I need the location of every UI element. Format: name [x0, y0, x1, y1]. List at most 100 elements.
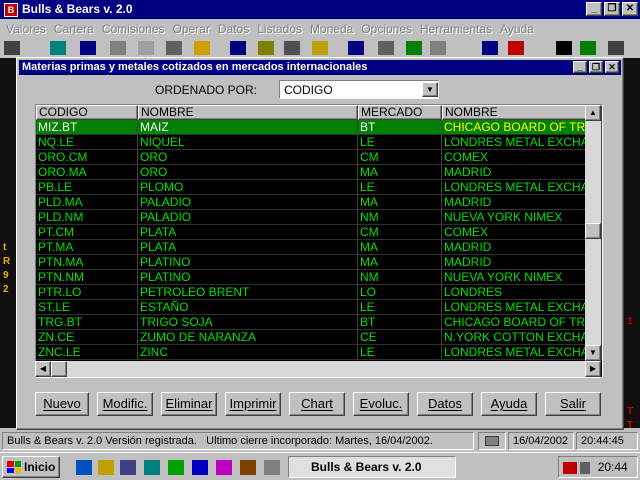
dialog-title-bar[interactable]: Materias primas y metales cotizados en m… — [19, 60, 621, 75]
quicklaunch-app-icon[interactable] — [144, 460, 160, 475]
menu-moneda[interactable]: Moneda — [306, 22, 357, 36]
grid-icon[interactable] — [482, 41, 498, 55]
internet-explorer-icon[interactable] — [76, 460, 92, 475]
list-icon[interactable] — [110, 41, 126, 55]
order-by-select[interactable]: CODIGO ▼ — [279, 80, 439, 99]
tray-app-icon[interactable] — [563, 461, 577, 474]
dollar-icon[interactable] — [580, 41, 596, 55]
modificar-button[interactable]: Modific. — [97, 392, 153, 416]
quicklaunch-app-icon[interactable] — [168, 460, 184, 475]
vertical-scrollbar[interactable]: ▲ ▼ — [585, 105, 601, 361]
salir-button[interactable]: Salir — [545, 392, 601, 416]
chevron-down-icon[interactable]: ▼ — [422, 82, 438, 97]
table-row[interactable]: PT.MA PLATA MA MADRID — [36, 240, 602, 255]
task-label: Bulls & Bears v. 2.0 — [311, 460, 422, 474]
status-bar: Bulls & Bears v. 2.0 Versión registrada.… — [0, 430, 640, 452]
quicklaunch-app-icon[interactable] — [192, 460, 208, 475]
column-header-mercado[interactable]: MERCADO — [358, 105, 442, 120]
dialog-minimize-button[interactable]: _ — [573, 61, 587, 73]
nuevo-button[interactable]: Nuevo — [35, 392, 89, 416]
horizontal-scrollbar[interactable]: ◀ ▶ — [35, 361, 601, 377]
table-row[interactable]: ZNC.LE ZINC LE LONDRES METAL EXCHA — [36, 345, 602, 360]
edit-icon[interactable] — [166, 41, 182, 55]
chart-icon[interactable] — [258, 41, 274, 55]
printer-icon[interactable] — [478, 432, 506, 450]
column-header-codigo[interactable]: CODIGO — [36, 105, 138, 120]
app-title-bar[interactable]: B Bulls & Bears v. 2.0 _ ❐ ✕ — [0, 0, 640, 19]
menu-datos[interactable]: Datos — [214, 22, 253, 36]
dialog-close-button[interactable]: ✕ — [605, 61, 619, 73]
table-row[interactable]: PTN.MA PLATINO MA MADRID — [36, 255, 602, 270]
channels-icon[interactable] — [120, 460, 136, 475]
calculator-icon[interactable] — [230, 41, 246, 55]
chart-button[interactable]: Chart — [289, 392, 345, 416]
scroll-left-icon[interactable]: ◀ — [35, 361, 51, 377]
dialog-restore-button[interactable]: ❐ — [589, 61, 603, 73]
quicklaunch-app-icon[interactable] — [240, 460, 256, 475]
table-row[interactable]: ORO.MA ORO MA MADRID — [36, 165, 602, 180]
menu-opciones[interactable]: Opciones — [357, 22, 416, 36]
table-row[interactable]: PTN.NM PLATINO NM NUEVA YORK NIMEX — [36, 270, 602, 285]
quicklaunch-app-icon[interactable] — [264, 460, 280, 475]
scroll-up-icon[interactable]: ▲ — [585, 105, 601, 121]
money-icon[interactable] — [406, 41, 422, 55]
minimize-button[interactable]: _ — [586, 2, 602, 16]
help-icon[interactable] — [608, 41, 624, 55]
quicklaunch-app-icon[interactable] — [216, 460, 232, 475]
window-icon[interactable] — [80, 41, 96, 55]
menu-ayuda[interactable]: Ayuda — [496, 22, 538, 36]
row-mercado-cell: BT — [358, 315, 442, 330]
table-row[interactable]: PT.CM PLATA CM COMEX — [36, 225, 602, 240]
menu-listados[interactable]: Listados — [253, 22, 306, 36]
table-row[interactable]: TRG.BT TRIGO SOJA BT CHICAGO BOARD OF TR — [36, 315, 602, 330]
table-row[interactable]: PLD.MA PALADIO MA MADRID — [36, 195, 602, 210]
column-header-nombre-mercado[interactable]: NOMBRE — [442, 105, 602, 120]
taskbar-app-button[interactable]: Bulls & Bears v. 2.0 — [288, 456, 456, 478]
vertical-scroll-thumb[interactable] — [585, 223, 601, 239]
row-nombre-cell: PLATA — [138, 225, 358, 240]
commodities-grid[interactable]: CODIGO NOMBRE MERCADO NOMBRE MIZ.BT MAIZ B… — [35, 104, 603, 378]
table-row[interactable]: ORO.CM ORO CM COMEX — [36, 150, 602, 165]
menu-comisiones[interactable]: Comisiones — [98, 22, 169, 36]
portfolio-icon[interactable] — [50, 41, 66, 55]
table-row[interactable]: PLD.NM PALADIO NM NUEVA YORK NIMEX — [36, 210, 602, 225]
menu-valores[interactable]: Valores — [2, 22, 50, 36]
row-mercado-cell: MA — [358, 255, 442, 270]
document-icon[interactable] — [138, 41, 154, 55]
start-button[interactable]: Inicio — [2, 456, 60, 478]
font-icon[interactable] — [348, 41, 364, 55]
table-row[interactable]: MIZ.BT MAIZ BT CHICAGO BOARD OF TR — [36, 120, 602, 135]
close-button[interactable]: ✕ — [622, 2, 638, 16]
table-row[interactable]: ZN.CE ZUMO DE NARANZA CE N.YORK COTTON EXCH… — [36, 330, 602, 345]
eliminar-button[interactable]: Eliminar — [161, 392, 217, 416]
row-codigo-cell: PT.CM — [36, 225, 138, 240]
horizontal-scroll-thumb[interactable] — [51, 361, 67, 377]
table-row[interactable]: PTR.LO PETROLEO BRENT LO LONDRES — [36, 285, 602, 300]
ticker-icon[interactable] — [508, 41, 524, 55]
volume-icon[interactable] — [580, 461, 591, 474]
column-header-nombre[interactable]: NOMBRE — [138, 105, 358, 120]
new-icon[interactable] — [4, 41, 20, 55]
table-icon[interactable] — [378, 41, 394, 55]
ticker-text: t — [3, 242, 7, 253]
table-row[interactable]: PB.LE PLOMO LE LONDRES METAL EXCHA — [36, 180, 602, 195]
tool-icon[interactable] — [430, 41, 446, 55]
datos-button[interactable]: Datos — [417, 392, 473, 416]
table-row[interactable]: ST.LE ESTAÑO LE LONDRES METAL EXCHA — [36, 300, 602, 315]
bell-icon[interactable] — [312, 41, 328, 55]
scroll-down-icon[interactable]: ▼ — [585, 345, 601, 361]
evolucion-button[interactable]: Evoluc. — [353, 392, 409, 416]
menu-operar[interactable]: Operar — [169, 22, 214, 36]
ayuda-button[interactable]: Ayuda — [481, 392, 537, 416]
binoculars-icon[interactable] — [556, 41, 572, 55]
outlook-icon[interactable] — [98, 460, 114, 475]
scroll-right-icon[interactable]: ▶ — [585, 361, 601, 377]
table-row[interactable]: NQ.LE NIQUEL LE LONDRES METAL EXCHA — [36, 135, 602, 150]
menu-cartera[interactable]: Cartera — [50, 22, 98, 36]
imprimir-button[interactable]: Imprimir — [225, 392, 281, 416]
row-codigo-cell: TRG.BT — [36, 315, 138, 330]
menu-herramientas[interactable]: Herramientas — [416, 22, 496, 36]
scissors-icon[interactable] — [284, 41, 300, 55]
restore-button[interactable]: ❐ — [604, 2, 620, 16]
folder-icon[interactable] — [194, 41, 210, 55]
